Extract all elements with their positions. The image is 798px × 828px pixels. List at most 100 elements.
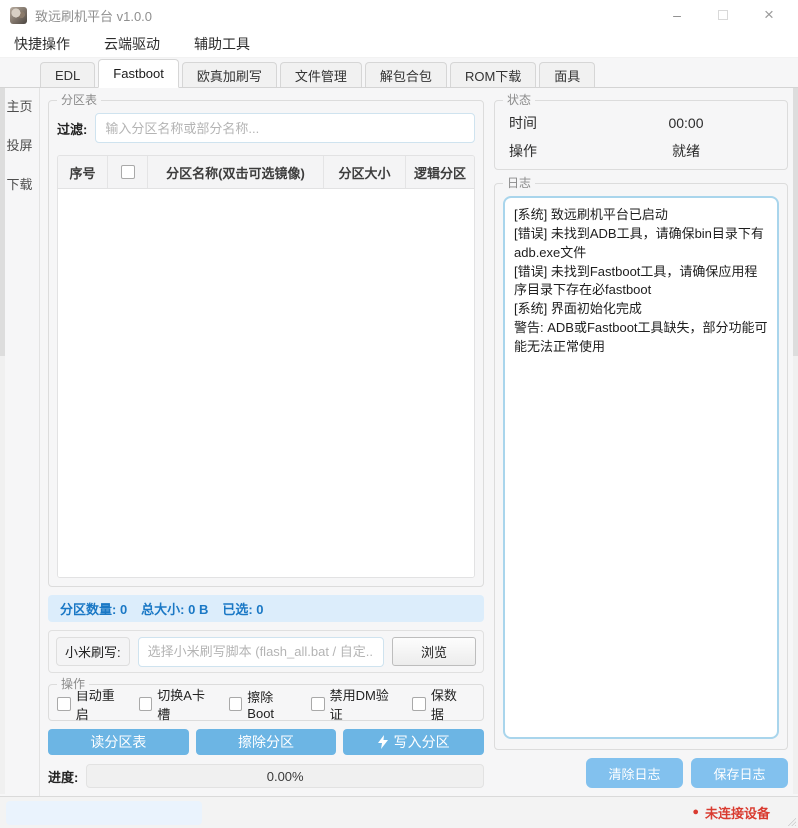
tab-oplus-flash[interactable]: 欧真加刷写 <box>182 62 277 87</box>
status-row-operation: 操作 就绪 <box>509 141 773 161</box>
switch-slot-a-checkbox[interactable] <box>139 697 153 711</box>
log-groupbox: 日志 [系统] 致远刷机平台已启动 [错误] 未找到ADB工具，请确保bin目录… <box>494 183 788 750</box>
status-group-title: 状态 <box>503 93 535 107</box>
tab-unpack-repack[interactable]: 解包合包 <box>365 62 447 87</box>
checkbox-label: 保数据 <box>431 685 469 723</box>
stat-selected-count: 已选: 0 <box>222 599 263 618</box>
status-groupbox: 状态 时间 00:00 操作 就绪 <box>494 100 788 170</box>
filter-row: 过滤: <box>57 113 475 143</box>
time-value: 00:00 <box>599 115 773 131</box>
progress-value: 0.00% <box>267 769 304 784</box>
sidebar-item-screencast[interactable]: 投屏 <box>6 135 32 174</box>
erase-button-label: 擦除分区 <box>238 732 294 752</box>
progress-label: 进度: <box>48 767 78 786</box>
write-button-label: 写入分区 <box>394 732 450 752</box>
status-row-time: 时间 00:00 <box>509 113 773 133</box>
log-line: [系统] 界面初始化完成 <box>514 300 768 319</box>
menubar: 快捷操作 云端驱动 辅助工具 <box>0 30 798 58</box>
read-button-label: 读分区表 <box>90 732 146 752</box>
log-group-title: 日志 <box>503 176 535 190</box>
side-rail: 主页 投屏 下载 <box>0 88 40 796</box>
lightning-icon <box>378 735 388 749</box>
window-controls: – × <box>654 1 792 29</box>
xiaomi-script-row: 小米刷写: 浏览 <box>48 630 484 673</box>
checkbox-switch-slot-a[interactable]: 切换A卡槽 <box>139 685 217 723</box>
auto-reboot-checkbox[interactable] <box>57 697 71 711</box>
menu-item-cloud-drivers[interactable]: 云端驱动 <box>104 34 160 54</box>
stat-partition-count: 分区数量: 0 <box>60 599 127 618</box>
column-header-index[interactable]: 序号 <box>58 156 108 188</box>
operation-value: 就绪 <box>599 141 773 161</box>
stat-total-size: 总大小: 0 B <box>141 599 208 618</box>
column-header-name[interactable]: 分区名称(双击可选镜像) <box>148 156 324 188</box>
filter-label: 过滤: <box>57 119 87 138</box>
partition-filter-input[interactable] <box>95 113 475 143</box>
read-partition-table-button[interactable]: 读分区表 <box>48 729 189 755</box>
left-scrollbar[interactable] <box>0 88 5 794</box>
erase-partition-button[interactable]: 擦除分区 <box>196 729 337 755</box>
tab-fastboot[interactable]: Fastboot <box>98 59 179 88</box>
checkbox-label: 切换A卡槽 <box>157 685 216 723</box>
write-partition-button[interactable]: 写入分区 <box>343 729 484 755</box>
status-log-column: 状态 时间 00:00 操作 就绪 日志 [系统] 致远刷机平台已启动 [错误]… <box>494 92 788 790</box>
statusbar-info-box <box>6 801 202 825</box>
column-header-logical[interactable]: 逻辑分区 <box>406 156 474 188</box>
partition-table-header: 序号 分区名称(双击可选镜像) 分区大小 逻辑分区 <box>58 156 474 189</box>
operations-group-title: 操作 <box>57 677 89 691</box>
tab-edl[interactable]: EDL <box>40 62 95 87</box>
device-status-text: 未连接设备 <box>705 803 770 822</box>
progress-bar: 0.00% <box>86 764 484 788</box>
action-button-row: 读分区表 擦除分区 写入分区 <box>48 729 484 755</box>
column-header-select-all[interactable] <box>108 156 148 188</box>
tabbar: EDL Fastboot 欧真加刷写 文件管理 解包合包 ROM下载 面具 <box>0 58 798 88</box>
partition-table: 序号 分区名称(双击可选镜像) 分区大小 逻辑分区 <box>57 155 475 578</box>
checkbox-label: 擦除Boot <box>247 687 299 721</box>
select-all-checkbox[interactable] <box>121 165 135 179</box>
sidebar-item-home[interactable]: 主页 <box>6 96 32 135</box>
erase-boot-checkbox[interactable] <box>229 697 243 711</box>
menu-item-quick-actions[interactable]: 快捷操作 <box>14 34 70 54</box>
xiaomi-script-input[interactable] <box>138 637 384 667</box>
left-scrollbar-thumb[interactable] <box>0 88 5 356</box>
column-header-size[interactable]: 分区大小 <box>324 156 406 188</box>
xiaomi-script-label: 小米刷写: <box>56 637 130 666</box>
right-scrollbar[interactable] <box>793 88 798 794</box>
checkbox-erase-boot[interactable]: 擦除Boot <box>229 687 299 721</box>
log-output[interactable]: [系统] 致远刷机平台已启动 [错误] 未找到ADB工具，请确保bin目录下有a… <box>503 196 779 739</box>
keep-data-checkbox[interactable] <box>412 697 426 711</box>
log-button-row: 清除日志 保存日志 <box>494 758 788 788</box>
progress-row: 进度: 0.00% <box>48 764 484 788</box>
close-button[interactable]: × <box>746 1 792 29</box>
checkbox-disable-dm-verity[interactable]: 禁用DM验证 <box>311 685 400 723</box>
tab-rom-download[interactable]: ROM下载 <box>450 62 536 87</box>
partition-stats-bar: 分区数量: 0 总大小: 0 B 已选: 0 <box>48 595 484 622</box>
menu-item-helper-tools[interactable]: 辅助工具 <box>194 34 250 54</box>
save-log-button[interactable]: 保存日志 <box>691 758 788 788</box>
log-line: 警告: ADB或Fastboot工具缺失，部分功能可能无法正常使用 <box>514 319 768 357</box>
status-dot-icon: ● <box>692 807 699 818</box>
clear-log-button[interactable]: 清除日志 <box>586 758 683 788</box>
resize-grip[interactable] <box>785 815 796 826</box>
checkbox-label: 禁用DM验证 <box>330 685 401 723</box>
maximize-icon <box>718 10 728 20</box>
tab-magisk[interactable]: 面具 <box>539 62 595 87</box>
device-connection-status: ● 未连接设备 <box>692 803 770 822</box>
fastboot-tab-content: 分区表 过滤: 序号 分区名称(双击可选镜像) 分区大小 <box>40 88 798 796</box>
minimize-button[interactable]: – <box>654 1 700 29</box>
app-icon <box>10 7 27 24</box>
maximize-button[interactable] <box>700 1 746 29</box>
partition-table-body[interactable] <box>58 189 474 577</box>
tab-file-manager[interactable]: 文件管理 <box>280 62 362 87</box>
window-title: 致远刷机平台 v1.0.0 <box>35 6 152 25</box>
right-scrollbar-thumb[interactable] <box>793 88 798 356</box>
operation-label: 操作 <box>509 141 599 161</box>
checkbox-keep-data[interactable]: 保数据 <box>412 685 469 723</box>
disable-dm-verity-checkbox[interactable] <box>311 697 325 711</box>
partition-groupbox: 分区表 过滤: 序号 分区名称(双击可选镜像) 分区大小 <box>48 100 484 587</box>
partition-column: 分区表 过滤: 序号 分区名称(双击可选镜像) 分区大小 <box>48 92 484 790</box>
time-label: 时间 <box>509 113 599 133</box>
main-area: 主页 投屏 下载 分区表 过滤: 序号 <box>0 88 798 796</box>
browse-button[interactable]: 浏览 <box>392 637 476 666</box>
partition-group-title: 分区表 <box>57 93 101 107</box>
sidebar-item-download[interactable]: 下载 <box>6 174 32 213</box>
